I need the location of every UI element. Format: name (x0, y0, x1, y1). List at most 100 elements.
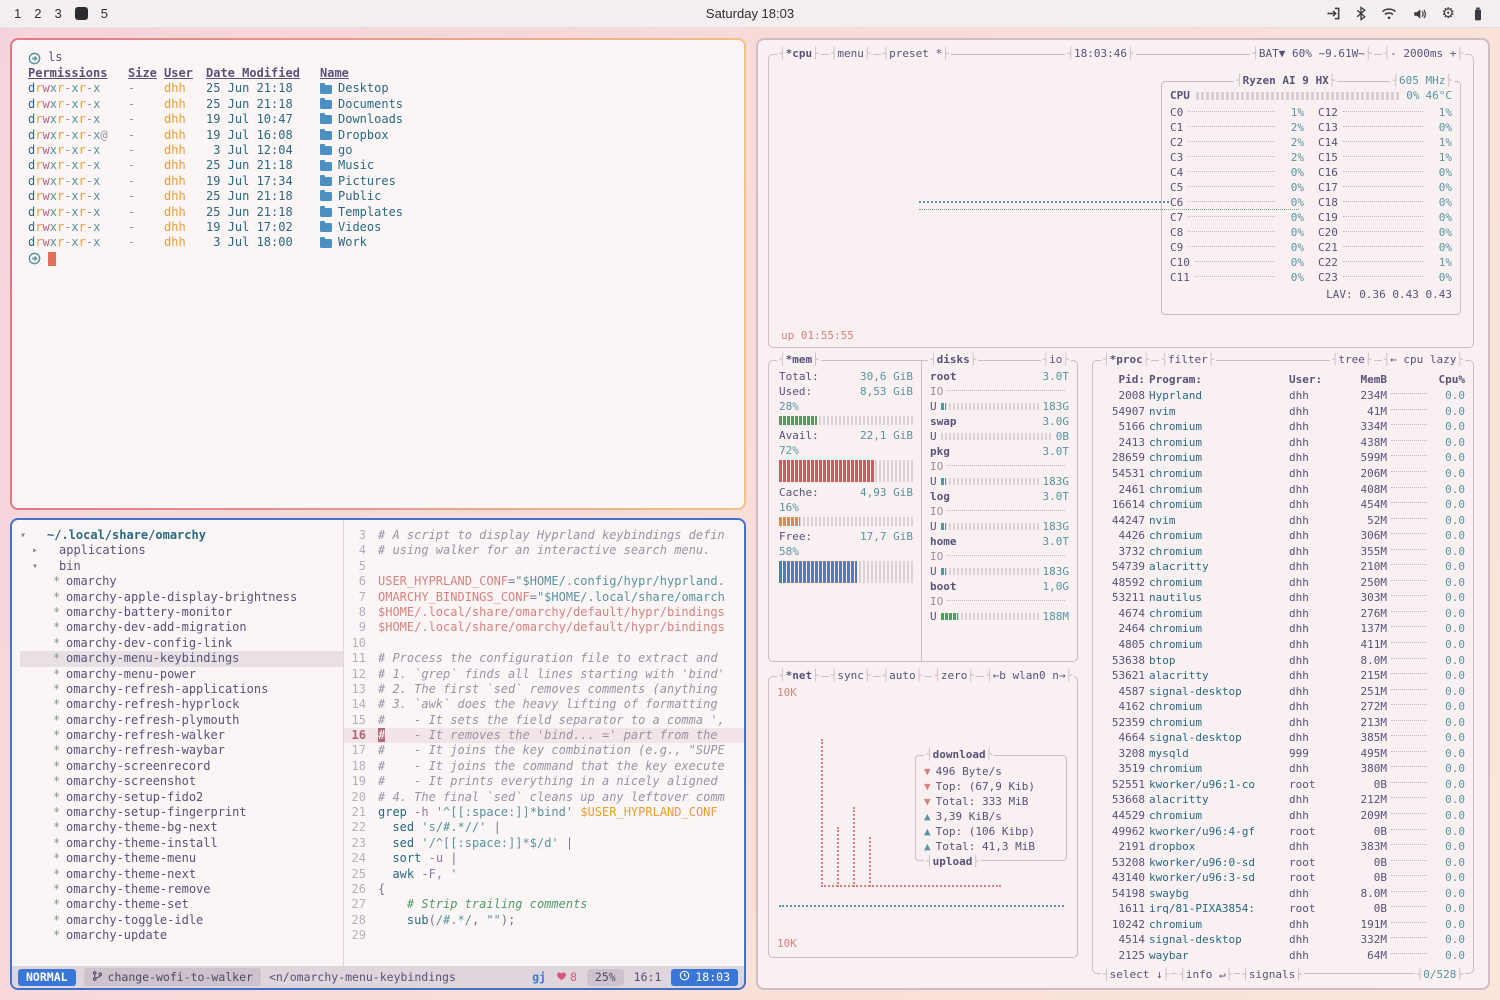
tree-item[interactable]: omarchy-refresh-waybar (20, 743, 343, 758)
terminal-window[interactable]: ls Permissions Size User Date Modified N… (10, 38, 746, 510)
code-line[interactable]: 22 sed 's/#.*//' | (344, 820, 744, 835)
code-line[interactable]: 4# using walker for an interactive searc… (344, 543, 744, 558)
code-line[interactable]: 16# - It removes the 'bind... =' part fr… (344, 728, 744, 743)
tree-item[interactable]: omarchy-theme-remove (20, 882, 343, 897)
wifi-icon[interactable] (1381, 7, 1397, 20)
code-line[interactable]: 27 # Strip trailing comments (344, 897, 744, 912)
header-program[interactable]: Program: (1149, 372, 1285, 387)
volume-icon[interactable] (1412, 7, 1427, 21)
process-row[interactable]: 16614 chromium dhh 454M 0.0 (1101, 497, 1465, 513)
cpu-panel-title[interactable]: *cpu (777, 46, 821, 61)
tree-item[interactable]: omarchy-theme-set (20, 897, 343, 912)
tree-item[interactable]: omarchy-update (20, 928, 343, 943)
tree-item[interactable]: applications (20, 543, 343, 558)
bluetooth-icon[interactable] (1356, 6, 1366, 21)
net-interface-selector[interactable]: ←b wlan0 n→ (984, 668, 1074, 683)
code-line[interactable]: 6USER_HYPRLAND_CONF="$HOME/.config/hypr/… (344, 574, 744, 589)
process-row[interactable]: 5166 chromium dhh 334M 0.0 (1101, 419, 1465, 435)
process-row[interactable]: 53638 btop dhh 8.0M 0.0 (1101, 652, 1465, 668)
process-row[interactable]: 4514 signal-desktop dhh 332M 0.0 (1101, 932, 1465, 948)
logout-icon[interactable] (1326, 6, 1341, 21)
process-row[interactable]: 4674 chromium dhh 276M 0.0 (1101, 606, 1465, 622)
process-row[interactable]: 53211 nautilus dhh 303M 0.0 (1101, 590, 1465, 606)
tree-item[interactable]: omarchy-menu-keybindings (20, 651, 343, 666)
mem-panel-title[interactable]: *mem (777, 352, 821, 367)
header-user[interactable]: User: (1289, 372, 1333, 387)
tree-item[interactable]: omarchy-theme-bg-next (20, 820, 343, 835)
process-row[interactable]: 3208 mysqld 999 495M 0.0 (1101, 746, 1465, 762)
tree-item[interactable]: omarchy-apple-display-brightness (20, 590, 343, 605)
tree-item[interactable]: omarchy-battery-monitor (20, 605, 343, 620)
tree-item[interactable]: omarchy-refresh-hyprlock (20, 697, 343, 712)
process-row[interactable]: 10242 chromium dhh 191M 0.0 (1101, 917, 1465, 933)
process-row[interactable]: 4805 chromium dhh 411M 0.0 (1101, 637, 1465, 653)
process-row[interactable]: 44529 chromium dhh 209M 0.0 (1101, 808, 1465, 824)
code-line[interactable]: 3# A script to display Hyprland keybindi… (344, 528, 744, 543)
proc-tree-button[interactable]: tree (1330, 352, 1374, 367)
net-auto-button[interactable]: auto (881, 668, 925, 683)
tree-item[interactable]: omarchy-setup-fido2 (20, 790, 343, 805)
process-row[interactable]: 53668 alacritty dhh 212M 0.0 (1101, 792, 1465, 808)
net-zero-button[interactable]: zero (932, 668, 976, 683)
header-pid[interactable]: Pid: (1101, 372, 1145, 387)
tree-item[interactable]: omarchy-screenshot (20, 774, 343, 789)
header-cpu[interactable]: Cpu% (1431, 372, 1465, 387)
proc-info-hint[interactable]: info ↵ (1177, 967, 1234, 982)
tree-item[interactable]: omarchy-refresh-applications (20, 682, 343, 697)
process-row[interactable]: 4664 signal-desktop dhh 385M 0.0 (1101, 730, 1465, 746)
code-line[interactable]: 7OMARCHY_BINDINGS_CONF="$HOME/.local/sha… (344, 590, 744, 605)
code-line[interactable]: 18# - It joins the command that the key … (344, 759, 744, 774)
process-row[interactable]: 53621 alacritty dhh 215M 0.0 (1101, 668, 1465, 684)
tree-item[interactable]: omarchy-refresh-plymouth (20, 713, 343, 728)
process-row[interactable]: 3519 chromium dhh 380M 0.0 (1101, 761, 1465, 777)
process-row[interactable]: 52359 chromium dhh 213M 0.0 (1101, 714, 1465, 730)
tree-item[interactable]: omarchy-theme-next (20, 867, 343, 882)
process-row[interactable]: 4426 chromium dhh 306M 0.0 (1101, 528, 1465, 544)
process-row[interactable]: 2125 waybar dhh 64M 0.0 (1101, 948, 1465, 964)
io-mode-button[interactable]: io (1041, 352, 1072, 367)
process-row[interactable]: 4587 signal-desktop dhh 251M 0.0 (1101, 683, 1465, 699)
editor-window[interactable]: ~/.local/share/omarchy applications bin (10, 518, 746, 990)
tree-item[interactable]: omarchy-setup-fingerprint (20, 805, 343, 820)
code-line[interactable]: 10 (344, 636, 744, 651)
proc-sort-selector[interactable]: ← cpu lazy (1382, 352, 1465, 367)
process-row[interactable]: 2413 chromium dhh 438M 0.0 (1101, 435, 1465, 451)
process-row[interactable]: 4162 chromium dhh 272M 0.0 (1101, 699, 1465, 715)
code-editor[interactable]: 3# A script to display Hyprland keybindi… (344, 520, 744, 966)
proc-panel-title[interactable]: *proc (1101, 352, 1151, 367)
process-row[interactable]: 3732 chromium dhh 355M 0.0 (1101, 543, 1465, 559)
proc-select-hint[interactable]: select ↓ (1101, 967, 1171, 982)
net-sync-button[interactable]: sync (829, 668, 873, 683)
code-line[interactable]: 12# 1. `grep` finds all lines starting w… (344, 667, 744, 682)
process-row[interactable]: 44247 nvim dhh 52M 0.0 (1101, 512, 1465, 528)
settings-icon[interactable]: ⚙ (1442, 6, 1455, 21)
header-mem[interactable]: MemB (1337, 372, 1387, 387)
code-line[interactable]: 28 sub(/#.*/, ""); (344, 913, 744, 928)
process-row[interactable]: 2464 chromium dhh 137M 0.0 (1101, 621, 1465, 637)
process-row[interactable]: 53208 kworker/u96:0-sd root 0B 0.0 (1101, 854, 1465, 870)
process-row[interactable]: 52551 kworker/u96:1-co root 0B 0.0 (1101, 777, 1465, 793)
tree-item[interactable]: omarchy-screenrecord (20, 759, 343, 774)
process-row[interactable]: 48592 chromium dhh 250M 0.0 (1101, 575, 1465, 591)
code-line[interactable]: 24 sort -u | (344, 851, 744, 866)
code-line[interactable]: 11# Process the configuration file to ex… (344, 651, 744, 666)
process-row[interactable]: 54198 swaybg dhh 8.0M 0.0 (1101, 886, 1465, 902)
net-panel-title[interactable]: *net (777, 668, 821, 683)
process-row[interactable]: 54739 alacritty dhh 210M 0.0 (1101, 559, 1465, 575)
code-line[interactable]: 13# 2. The first `sed` removes comments … (344, 682, 744, 697)
tree-item[interactable]: ~/.local/share/omarchy (20, 528, 343, 543)
process-row[interactable]: 1611 irq/81-PIXA3854: root 0B 0.0 (1101, 901, 1465, 917)
tree-item[interactable]: omarchy-toggle-idle (20, 913, 343, 928)
tree-item[interactable]: omarchy-dev-add-migration (20, 620, 343, 635)
disks-title[interactable]: disks (928, 352, 978, 367)
code-line[interactable]: 8$HOME/.local/share/omarchy/default/hypr… (344, 605, 744, 620)
code-line[interactable]: 25 awk -F, ' (344, 867, 744, 882)
code-line[interactable]: 26{ (344, 882, 744, 897)
tree-item[interactable]: omarchy-dev-config-link (20, 636, 343, 651)
code-line[interactable]: 9$HOME/.local/share/omarchy/default/hypr… (344, 620, 744, 635)
proc-signals-hint[interactable]: signals (1240, 967, 1304, 982)
code-line[interactable]: 20# 4. The final `sed` cleans up any lef… (344, 790, 744, 805)
tree-item[interactable]: omarchy-theme-menu (20, 851, 343, 866)
tree-item[interactable]: omarchy-theme-install (20, 836, 343, 851)
code-line[interactable]: 15# - It sets the field separator to a c… (344, 713, 744, 728)
